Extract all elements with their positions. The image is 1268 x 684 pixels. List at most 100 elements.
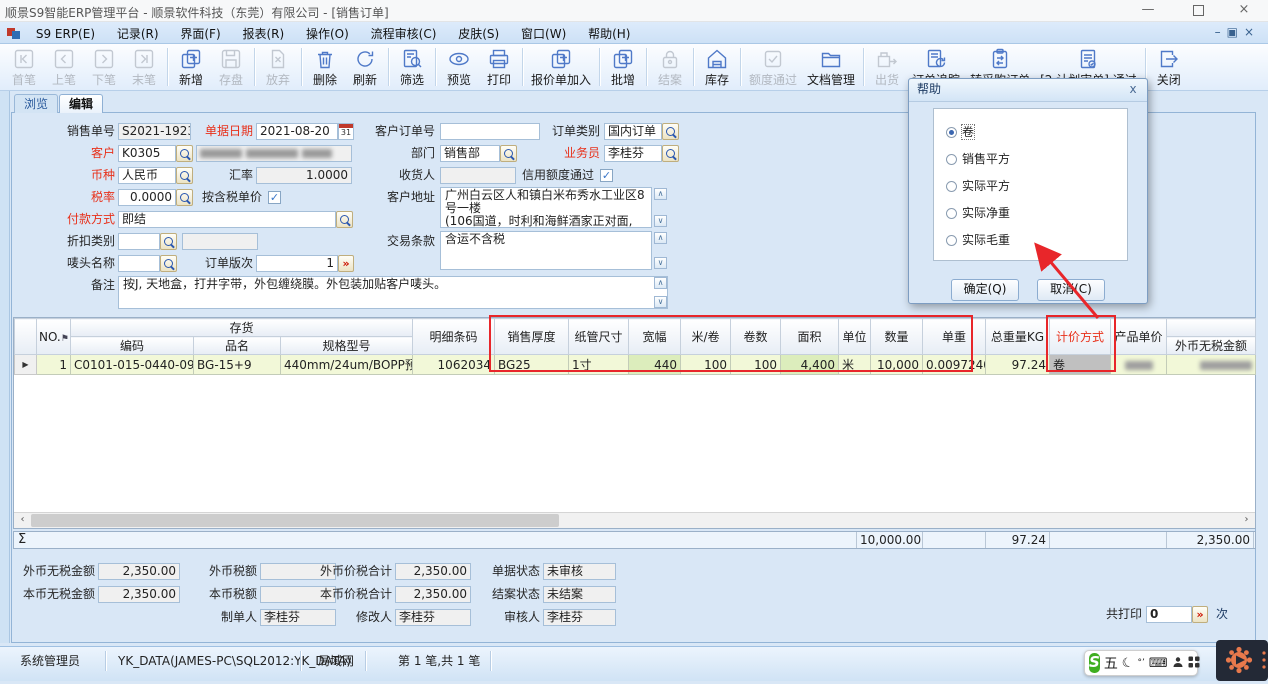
cell-m-per-roll[interactable]: 100	[681, 355, 731, 375]
radio-option-sales-sqm[interactable]: 销售平方	[946, 153, 1010, 167]
remark-scroll-up-icon[interactable]: ∧	[654, 277, 667, 289]
toolbox-grid-icon[interactable]	[1188, 656, 1200, 671]
col-group-stock[interactable]: 存货	[71, 319, 413, 337]
cell-total-weight[interactable]: 97.24	[986, 355, 1050, 375]
discount-type-field[interactable]	[118, 233, 160, 250]
address-scroll-down-icon[interactable]: ∨	[654, 215, 667, 227]
salesman-lookup-button[interactable]	[662, 145, 679, 162]
tax-rate-lookup-button[interactable]	[176, 189, 193, 206]
minimize-button[interactable]: —	[1128, 0, 1168, 21]
cell-unit-weight[interactable]: 0.0097240	[923, 355, 986, 375]
col-barcode[interactable]: 明细条码	[413, 319, 495, 355]
remark-field[interactable]: 按J, 天地盒，打井字带，外包缠绕膜。外包装加贴客户唛头。	[118, 276, 668, 309]
scrollbar-thumb[interactable]	[31, 514, 559, 527]
address-scroll-up-icon[interactable]: ∧	[654, 188, 667, 200]
col-total-weight[interactable]: 总重量KG	[986, 319, 1050, 355]
col-width[interactable]: 宽幅	[629, 319, 681, 355]
col-area[interactable]: 面积	[781, 319, 839, 355]
toolbar-close-window-button[interactable]: 关闭	[1149, 44, 1189, 90]
menu-app[interactable]: S9 ERP(E)	[27, 24, 104, 44]
discount-type-lookup-button[interactable]	[160, 233, 177, 250]
maximize-button[interactable]	[1178, 0, 1218, 21]
col-price[interactable]: 产品单价	[1111, 319, 1167, 355]
cell-spec[interactable]: 440mm/24um/BOPP预涂...	[281, 355, 413, 375]
terms-scroll-up-icon[interactable]: ∧	[654, 232, 667, 244]
customer-address-field[interactable]: 广州白云区人和镇白米布秀水工业区8号一楼 (106国道，时利和海鲜酒家正对面, …	[440, 187, 652, 228]
row-pointer-icon[interactable]: ▶	[15, 355, 37, 375]
col-pricing-mode[interactable]: 计价方式	[1050, 319, 1111, 355]
col-m-per-roll[interactable]: 米/卷	[681, 319, 731, 355]
menu-workflow[interactable]: 流程审核(C)	[362, 22, 446, 45]
person-icon[interactable]	[1172, 656, 1184, 671]
col-unit[interactable]: 单位	[839, 319, 871, 355]
doc-date-field[interactable]: 2021-08-20	[256, 123, 338, 140]
radio-option-actual-sqm[interactable]: 实际平方	[946, 180, 1010, 194]
mark-name-field[interactable]	[118, 255, 160, 272]
customer-field[interactable]: K0305	[118, 145, 176, 162]
order-type-field[interactable]: 国内订单	[604, 123, 662, 140]
scroll-right-icon[interactable]: ›	[1239, 514, 1254, 527]
cell-unit[interactable]: 米	[839, 355, 871, 375]
col-thickness[interactable]: 销售厚度	[495, 319, 569, 355]
col-rolls[interactable]: 卷数	[731, 319, 781, 355]
keyboard-icon[interactable]: ⌨	[1149, 656, 1168, 671]
terms-scroll-down-icon[interactable]: ∨	[654, 257, 667, 269]
menu-help[interactable]: 帮助(H)	[579, 22, 639, 45]
toolbar-new-button[interactable]: 新增	[171, 44, 211, 90]
order-version-field[interactable]: 1	[256, 255, 338, 272]
cancel-button[interactable]: 取消(C)	[1037, 279, 1105, 301]
toolbar-print-button[interactable]: 打印	[479, 44, 519, 90]
mark-name-lookup-button[interactable]	[160, 255, 177, 272]
radio-option-net-weight[interactable]: 实际净重	[946, 207, 1010, 221]
currency-field[interactable]: 人民币	[118, 167, 176, 184]
currency-lookup-button[interactable]	[176, 167, 193, 184]
moon-icon[interactable]: ☾	[1120, 654, 1135, 672]
cell-amount-redacted[interactable]	[1167, 355, 1256, 375]
salesman-field[interactable]: 李桂芬	[604, 145, 662, 162]
remark-scroll-down-icon[interactable]: ∨	[654, 296, 667, 308]
tax-included-checkbox[interactable]: ✓	[268, 191, 281, 204]
cell-code[interactable]: C0101-015-0440-09	[71, 355, 194, 375]
customer-po-field[interactable]	[440, 123, 540, 140]
payment-field[interactable]: 即结	[118, 211, 336, 228]
col-tube[interactable]: 纸管尺寸	[569, 319, 629, 355]
cell-no[interactable]: 1	[37, 355, 71, 375]
mdi-restore-icon[interactable]: ▣	[1227, 25, 1244, 39]
toolbar-refresh-button[interactable]: 刷新	[345, 44, 385, 90]
cell-tube[interactable]: 1寸	[569, 355, 629, 375]
punctuation-icon[interactable]: °’	[1137, 658, 1144, 668]
toolbar-batch-add-button[interactable]: 批增	[603, 44, 643, 90]
order-version-spin-button[interactable]: »	[338, 255, 354, 272]
horizontal-scrollbar[interactable]: ‹ ›	[14, 512, 1255, 528]
scroll-left-icon[interactable]: ‹	[15, 514, 30, 527]
menu-operate[interactable]: 操作(O)	[297, 22, 358, 45]
col-qty[interactable]: 数量	[871, 319, 923, 355]
cell-width[interactable]: 440	[629, 355, 681, 375]
calendar-icon[interactable]: 31	[338, 123, 354, 140]
cell-pricing-mode-selected[interactable]: 卷	[1050, 355, 1111, 375]
recorder-app-logo[interactable]	[1216, 640, 1268, 681]
close-button[interactable]: ×	[1224, 0, 1264, 21]
radio-option-gross-weight[interactable]: 实际毛重	[946, 234, 1010, 248]
col-amount[interactable]: 外币无税金额	[1167, 337, 1256, 355]
payment-lookup-button[interactable]	[336, 211, 353, 228]
col-unit-weight[interactable]: 单重	[923, 319, 986, 355]
cell-thickness[interactable]: BG25	[495, 355, 569, 375]
col-code[interactable]: 编码	[71, 337, 194, 355]
customer-lookup-button[interactable]	[176, 145, 193, 162]
department-field[interactable]: 销售部	[440, 145, 500, 162]
menu-ui[interactable]: 界面(F)	[171, 22, 229, 45]
order-type-lookup-button[interactable]	[662, 123, 679, 140]
credit-pass-checkbox[interactable]: ✓	[600, 169, 613, 182]
col-no[interactable]: NO.⚑	[37, 319, 71, 355]
tax-rate-field[interactable]: 0.0000	[118, 189, 176, 206]
col-spec[interactable]: 规格型号	[281, 337, 413, 355]
toolbar-document-button[interactable]: 文档管理	[802, 44, 860, 90]
cell-name[interactable]: BG-15+9	[194, 355, 281, 375]
tab-edit[interactable]: 编辑	[59, 94, 103, 113]
cell-qty[interactable]: 10,000	[871, 355, 923, 375]
toolbar-inventory-button[interactable]: 库存	[697, 44, 737, 90]
department-lookup-button[interactable]	[500, 145, 517, 162]
menu-skin[interactable]: 皮肤(S)	[449, 22, 508, 45]
cell-barcode[interactable]: 1062034	[413, 355, 495, 375]
